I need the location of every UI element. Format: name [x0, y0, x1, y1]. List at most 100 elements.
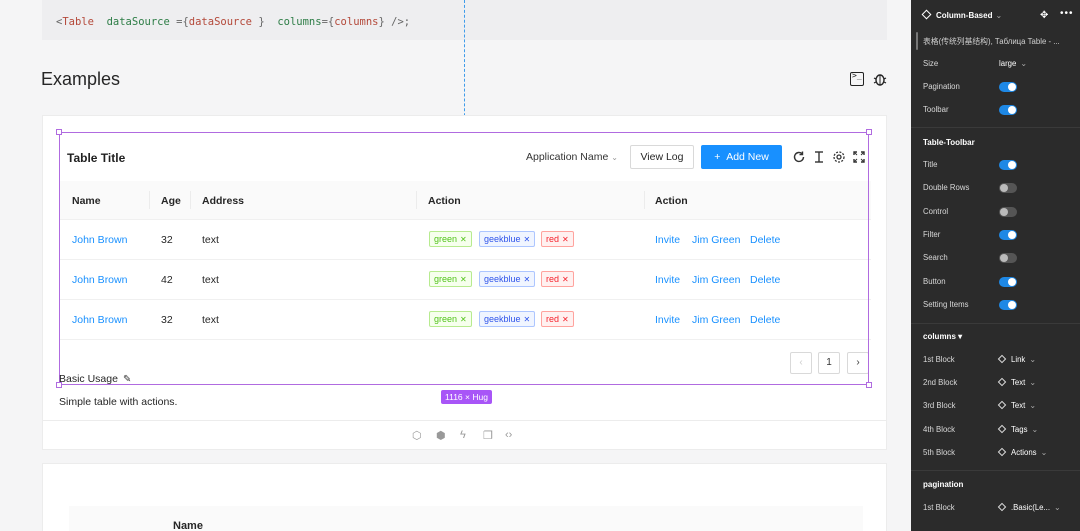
block-select[interactable]: Tags ⌄ — [997, 424, 1038, 434]
prop-label: Toolbar — [923, 105, 949, 114]
demo-title-text: Basic Usage — [59, 373, 118, 385]
component-selector[interactable]: Column-Based ⌄ — [921, 9, 1003, 20]
column-header-name[interactable]: Name — [173, 520, 203, 531]
toggle-switch[interactable] — [999, 206, 1017, 217]
block-select[interactable]: Link ⌄ — [997, 354, 1036, 364]
chevron-down-icon: ⌄ — [1029, 355, 1036, 364]
block-select[interactable]: Text ⌄ — [997, 377, 1036, 388]
resize-handle[interactable] — [866, 129, 872, 135]
edit-icon[interactable]: ✎ — [123, 374, 131, 385]
prop-label: Double Rows — [923, 183, 970, 193]
bug-icon[interactable] — [873, 72, 887, 86]
prop-label: Title — [923, 160, 938, 169]
component-name: Column-Based — [936, 11, 993, 20]
divider — [911, 127, 1080, 128]
guide-line-vertical — [464, 0, 465, 131]
component-icon — [997, 354, 1007, 364]
prop-row: Search — [923, 251, 1068, 265]
section-columns[interactable]: columns ▾ — [923, 332, 962, 341]
toggle-switch[interactable] — [999, 229, 1017, 240]
toggle-switch[interactable] — [999, 160, 1017, 170]
block-row: 5th Block Actions ⌄ — [923, 446, 1068, 460]
resize-handle[interactable] — [56, 129, 62, 135]
caret-down-icon: ▾ — [958, 332, 963, 341]
block-row: 1st Block .Basic(Le... ⌄ — [923, 501, 1068, 515]
component-icon — [921, 9, 932, 20]
block-label: 5th Block — [923, 447, 956, 457]
component-icon — [997, 447, 1007, 457]
toggle-switch[interactable] — [999, 183, 1017, 194]
toggle-knob — [1008, 277, 1016, 286]
prop-label: Setting Items — [923, 299, 969, 309]
terminal-icon[interactable] — [850, 71, 864, 86]
example-card-2: Name — [42, 463, 887, 531]
code-token: columns — [334, 16, 379, 28]
prop-toolbar: Toolbar — [923, 103, 1068, 117]
toggle-knob — [1000, 184, 1008, 193]
block-label: 1st Block — [923, 355, 955, 364]
chevron-down-icon: ⌄ — [995, 11, 1003, 20]
component-icon — [997, 424, 1007, 433]
chevron-down-icon: ⌄ — [1020, 59, 1027, 68]
prop-label: Search — [923, 253, 948, 263]
code-token: dataSource — [106, 16, 170, 28]
prop-row: Button — [923, 275, 1068, 289]
more-icon[interactable]: ••• — [1060, 8, 1074, 19]
code-icon[interactable]: ‹› — [505, 429, 512, 441]
code-token: ={ — [169, 16, 189, 28]
pagination-toggle[interactable] — [999, 82, 1017, 92]
divider — [42, 420, 887, 421]
block-value: Tags — [1011, 424, 1028, 434]
chevron-down-icon: ⌄ — [1054, 503, 1061, 512]
toggle-switch[interactable] — [999, 276, 1017, 287]
toggle-knob — [1000, 207, 1008, 216]
toolbar-toggle[interactable] — [999, 105, 1017, 115]
toggle-knob — [1008, 230, 1016, 239]
prop-row: Control — [923, 205, 1068, 219]
block-value: Text — [1011, 378, 1026, 388]
section-columns-label: columns — [923, 332, 956, 341]
stackblitz-icon[interactable]: ϟ — [460, 429, 466, 441]
toggle-knob — [1008, 106, 1016, 114]
prop-row: Filter — [923, 228, 1068, 242]
copy-icon[interactable]: ❐ — [483, 429, 493, 442]
selection-frame — [59, 132, 869, 385]
demo-description: Simple table with actions. — [59, 396, 178, 408]
resize-handle[interactable] — [866, 382, 872, 388]
prop-label: Button — [923, 276, 946, 286]
block-select[interactable]: Actions ⌄ — [997, 447, 1048, 457]
codesandbox-icon[interactable]: ⬡ — [412, 429, 422, 442]
toggle-switch[interactable] — [999, 299, 1017, 310]
canvas: <Table dataSource ={dataSource } columns… — [0, 0, 911, 531]
block-row: 3rd Block Text ⌄ — [923, 399, 1068, 413]
block-row: 4th Block Tags ⌄ — [923, 423, 1068, 437]
divider — [911, 323, 1080, 324]
block-label: 2nd Block — [923, 378, 958, 388]
code-token: columns — [277, 16, 322, 28]
codepen-icon[interactable]: ⬢ — [436, 429, 446, 442]
toggle-knob — [1008, 83, 1016, 91]
component-icon — [997, 502, 1007, 512]
size-value: large — [999, 59, 1017, 68]
code-token: Table — [62, 16, 94, 28]
block-select[interactable]: Text ⌄ — [997, 401, 1036, 411]
scrollbar[interactable] — [916, 32, 918, 50]
block-value: Text — [1011, 401, 1026, 411]
size-select[interactable]: large ⌄ — [999, 59, 1027, 68]
toggle-switch[interactable] — [999, 253, 1017, 264]
section-pagination: pagination — [923, 480, 964, 489]
block-value: Actions — [1011, 447, 1037, 457]
code-token: } — [252, 16, 265, 28]
chevron-down-icon: ⌄ — [1029, 401, 1036, 411]
block-value: .Basic(Le... — [1011, 503, 1050, 512]
component-icon — [997, 377, 1007, 387]
prop-label: Size — [923, 59, 939, 68]
move-icon[interactable]: ✥ — [1040, 10, 1048, 21]
block-value: Link — [1011, 355, 1026, 364]
code-token: ={ — [321, 16, 335, 28]
divider — [911, 470, 1080, 471]
chevron-down-icon: ⌄ — [1040, 447, 1048, 457]
section-table-toolbar: Table-Toolbar — [923, 138, 975, 147]
block-select[interactable]: .Basic(Le... ⌄ — [997, 502, 1061, 512]
prop-row: Setting Items — [923, 298, 1068, 312]
